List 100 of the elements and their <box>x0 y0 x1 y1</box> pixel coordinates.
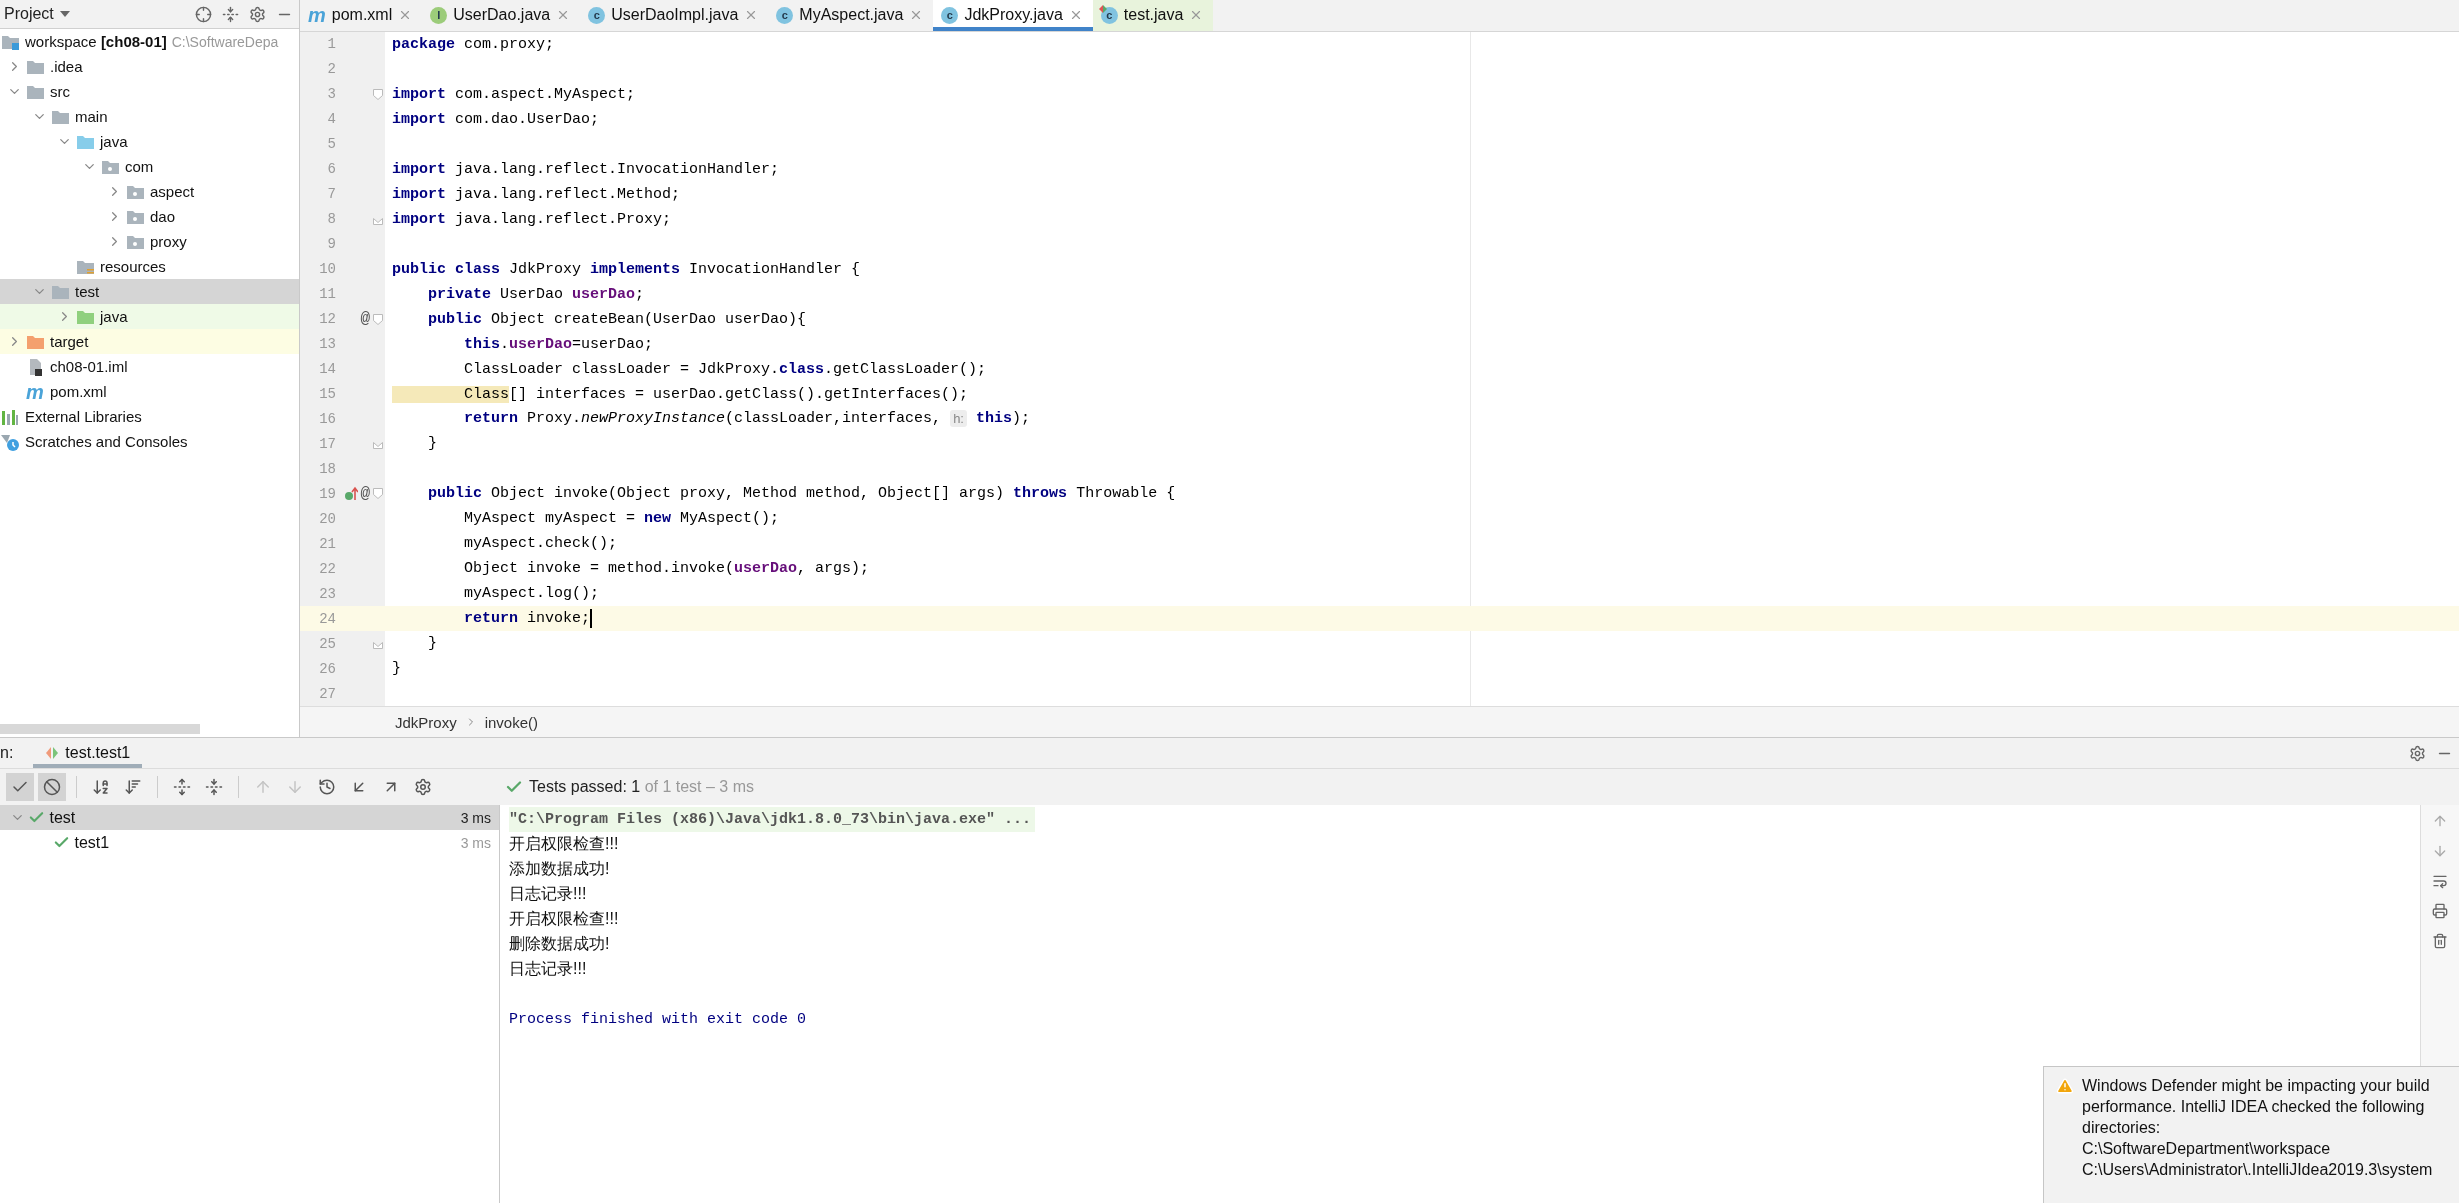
tree-item[interactable]: src <box>0 79 299 104</box>
class-icon: c <box>776 6 794 24</box>
code-line: public Object invoke(Object proxy, Method method, Object[] args) throws Throwable { <box>427 485 1176 503</box>
line-number: 3 <box>326 86 336 103</box>
code-line: private UserDao userDao; <box>427 285 645 303</box>
line-number: 9 <box>326 236 336 253</box>
line-number: 8 <box>326 211 336 228</box>
console-line: 添加数据成功! <box>509 859 611 879</box>
line-number: 5 <box>326 136 336 153</box>
code-line: public class JdkProxy implements InvocationHandler { <box>391 260 861 278</box>
code-line: package com.proxy; <box>391 35 555 53</box>
line-number: 27 <box>318 685 336 702</box>
line-number: 18 <box>318 460 336 477</box>
tree-item[interactable]: m pom.xml <box>0 379 299 404</box>
arrow-down-icon <box>286 778 304 796</box>
code-line: myAspect.check(); <box>463 535 618 553</box>
line-number: 25 <box>318 635 336 652</box>
collapse-all-icon <box>205 778 223 796</box>
editor-tab[interactable]: c test.java <box>1092 0 1214 31</box>
code-line: Object invoke = method.invoke(userDao, args); <box>463 560 870 578</box>
editor-tab[interactable]: m pom.xml <box>300 0 423 31</box>
settings-icon[interactable] <box>249 5 266 23</box>
printer-icon[interactable] <box>2432 903 2448 919</box>
line-number: 14 <box>318 361 336 378</box>
code-line: } <box>427 635 437 653</box>
line-number: 15 <box>318 386 336 402</box>
tree-item[interactable]: resources <box>0 254 299 279</box>
warning-icon <box>2056 1077 2074 1095</box>
panel-label: n: <box>0 744 14 762</box>
notification-text: Windows Defender might be impacting your build performance. IntelliJ IDEA checked the following directories: C:\SoftwareDepartment\workspace C:\Users\Administrator\.IntelliJIdea2019.3\system <box>2082 1076 2434 1180</box>
maven-icon: m <box>25 382 45 401</box>
line-number: 17 <box>318 435 336 452</box>
settings-icon[interactable] <box>2409 744 2426 762</box>
tree-item[interactable]: workspace [ch08-01] C:\SoftwareDepa <box>0 29 299 54</box>
tree-item[interactable]: test <box>0 279 299 304</box>
line-number: 24 <box>318 610 336 627</box>
code-line: myAspect.log(); <box>463 585 600 603</box>
locate-icon[interactable] <box>195 5 212 23</box>
code-line: import com.aspect.MyAspect; <box>391 85 636 103</box>
tree-item[interactable]: Scratches and Consoles <box>0 429 299 454</box>
line-number: 2 <box>326 61 336 78</box>
interface-icon: I <box>430 6 448 24</box>
tree-item[interactable]: java <box>0 129 299 154</box>
toolbar-button[interactable] <box>38 773 66 801</box>
scrollbar[interactable] <box>0 724 200 734</box>
test-run-icon <box>45 746 60 760</box>
tree-item[interactable]: target <box>0 329 299 354</box>
sort-alphabetically-icon <box>92 778 110 796</box>
editor-tab[interactable]: c MyAspect.java <box>768 0 934 31</box>
breadcrumb-item[interactable]: invoke() <box>484 713 539 731</box>
tree-item[interactable]: main <box>0 104 299 129</box>
editor-tab[interactable]: c JdkProxy.java <box>933 0 1093 31</box>
console-line: 日志记录!!! <box>509 884 588 904</box>
tree-item[interactable]: .idea <box>0 54 299 79</box>
code-line: Class[] interfaces = userDao.getClass().getInterfaces(); <box>385 385 969 403</box>
line-number: 20 <box>318 510 336 527</box>
toolbar-button[interactable] <box>6 773 34 801</box>
line-number: 10 <box>318 261 336 278</box>
line-number: 7 <box>326 186 336 203</box>
trash-icon[interactable] <box>2432 933 2448 949</box>
code-line: import java.lang.reflect.InvocationHandler; <box>391 160 780 178</box>
editor-tab[interactable]: c UserDaoImpl.java <box>580 0 769 31</box>
expand-all-icon <box>173 778 191 796</box>
code-line: import java.lang.reflect.Method; <box>391 185 681 203</box>
console-line: 开启权限检查!!! <box>509 834 620 854</box>
editor-tab[interactable]: I UserDao.java <box>422 0 581 31</box>
test-class-icon: c <box>1100 6 1118 24</box>
run-tab[interactable]: test.test1 <box>33 738 143 768</box>
panel-title-dropdown[interactable]: Project <box>4 5 70 23</box>
line-number: 11 <box>318 286 336 303</box>
collapse-all-icon[interactable] <box>222 5 239 23</box>
library-icon <box>0 407 20 426</box>
line-number: 19 <box>318 485 336 502</box>
tree-item[interactable]: proxy <box>0 229 299 254</box>
tree-item[interactable]: External Libraries <box>0 404 299 429</box>
implements-icon <box>344 485 359 502</box>
tree-item[interactable]: com <box>0 154 299 179</box>
wrap-icon[interactable] <box>2432 873 2448 889</box>
tree-item[interactable]: dao <box>0 204 299 229</box>
annotation-marker: @ <box>360 310 370 329</box>
tree-item[interactable]: ch08-01.iml <box>0 354 299 379</box>
code-line: this.userDao=userDao; <box>463 335 654 353</box>
code-line: public Object createBean(UserDao userDao){ <box>427 310 807 328</box>
breadcrumb-item[interactable]: JdkProxy <box>395 713 457 731</box>
history-icon <box>318 778 336 796</box>
code-line: } <box>391 660 401 678</box>
settings-icon <box>414 778 432 796</box>
line-number: 6 <box>326 161 336 178</box>
tree-item[interactable]: java <box>0 304 299 329</box>
code-line: ClassLoader classLoader = JdkProxy.class.getClassLoader(); <box>463 360 987 378</box>
test-item[interactable]: test 3 ms <box>0 805 499 830</box>
test-item[interactable]: test1 3 ms <box>0 830 499 855</box>
ban-icon <box>43 778 61 796</box>
console-line: 日志记录!!! <box>509 959 588 979</box>
tree-item[interactable]: aspect <box>0 179 299 204</box>
status-text: Tests passed: 1 of 1 test – 3 ms <box>529 778 754 796</box>
console-line: 开启权限检查!!! <box>509 909 620 929</box>
code-line: } <box>427 435 437 453</box>
caret-icon <box>59 11 70 17</box>
maven-icon: m <box>308 5 326 26</box>
